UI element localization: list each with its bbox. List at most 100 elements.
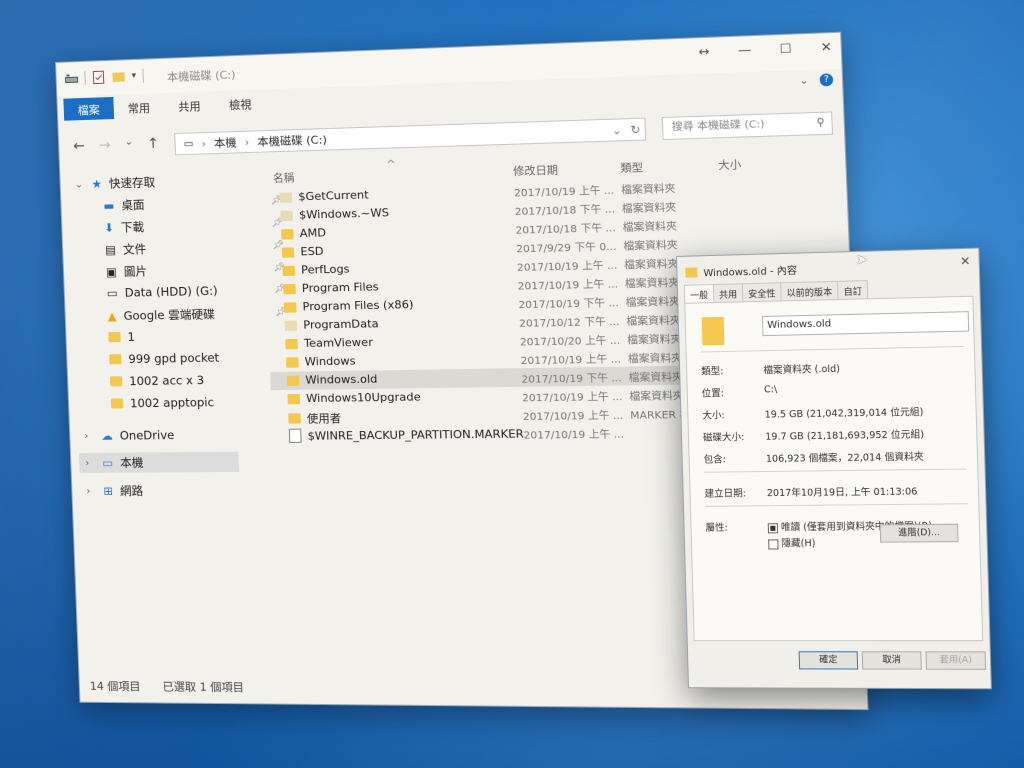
folder-name-field[interactable]: Windows.old <box>761 311 970 337</box>
folder-icon <box>283 301 297 313</box>
folder-icon <box>283 283 296 294</box>
folder-icon <box>701 316 725 346</box>
advanced-button[interactable]: 進階(D)... <box>879 523 959 543</box>
nav-item-1002-acc[interactable]: 1002 acc x 3 <box>109 373 204 388</box>
download-icon: ⬇ <box>104 220 115 235</box>
pc-icon: ▭ <box>183 138 194 150</box>
status-bar: 14 個項目 已選取 1 個項目 <box>89 678 245 695</box>
nav-buttons: ← → ⌄ ↑ <box>73 136 159 155</box>
folder-icon <box>288 413 301 424</box>
ribbon-extra: ⌄ ? <box>799 73 834 87</box>
new-folder-icon[interactable] <box>111 69 126 84</box>
customize-qa-icon[interactable]: ▾ <box>131 71 136 81</box>
expand-ribbon-icon[interactable]: ⌄ <box>799 75 809 87</box>
checkbox-icon <box>767 522 779 533</box>
nav-onedrive[interactable]: › ☁ OneDrive <box>84 428 174 443</box>
folder-icon <box>279 191 293 203</box>
dialog-title: Windows.old - 內容 <box>703 265 798 280</box>
apply-button[interactable]: 套用(A) <box>925 651 987 670</box>
nav-item-1[interactable]: 1 <box>108 330 135 345</box>
nav-item-google-drive[interactable]: ▲ Google 雲端硬碟 📌︎ <box>107 306 287 324</box>
forward-arrow-icon[interactable]: → <box>99 137 111 153</box>
tab-home[interactable]: 常用 <box>113 95 164 119</box>
help-icon[interactable]: ? <box>819 73 834 87</box>
folder-icon <box>285 356 299 368</box>
folder-icon <box>282 265 296 276</box>
address-dropdown-icon[interactable]: ⌄ <box>612 123 622 137</box>
nav-quick-access[interactable]: ⌄ ★ 快速存取 <box>74 174 155 192</box>
refresh-icon[interactable]: ↻ <box>630 122 641 136</box>
star-icon: ★ <box>91 176 103 192</box>
nav-network[interactable]: › ⊞ 網路 <box>86 483 143 499</box>
breadcrumb-this-pc[interactable]: 本機 <box>214 134 237 151</box>
folder-icon <box>108 332 121 343</box>
hidden-checkbox[interactable]: 隱藏(H) <box>768 535 816 549</box>
mouse-cursor-icon: ➤ <box>856 252 868 268</box>
cloud-icon: ☁ <box>100 428 114 443</box>
tab-file[interactable]: 檔案 <box>63 96 115 121</box>
address-bar[interactable]: ▭ › 本機 › 本機磁碟 (C:) ⌄ ↻ <box>174 117 647 156</box>
up-arrow-icon[interactable]: ↑ <box>147 136 159 152</box>
cancel-button[interactable]: 取消 <box>861 651 922 670</box>
size-row: 大小: 19.5 GB (21,042,319,014 位元組) <box>702 406 924 422</box>
nav-item-desktop[interactable]: ▬ 桌面 📌︎ <box>103 196 282 214</box>
column-name[interactable]: 名稱 <box>273 170 295 186</box>
tab-view[interactable]: 檢視 <box>214 91 266 115</box>
folder-icon <box>281 246 295 258</box>
column-date[interactable]: 修改日期 <box>513 162 558 179</box>
column-type[interactable]: 類型 <box>620 159 643 175</box>
folder-icon <box>110 398 124 409</box>
selection-count: 已選取 1 個項目 <box>162 680 245 695</box>
folder-icon <box>287 393 301 404</box>
dialog-close-button[interactable]: ✕ <box>960 254 971 269</box>
folder-icon <box>109 354 122 365</box>
drive-icon <box>64 71 79 86</box>
computer-icon: ▭ <box>102 455 114 470</box>
close-button[interactable]: ✕ <box>820 39 832 54</box>
nav-item-1002-apptopic[interactable]: 1002 apptopic <box>110 395 214 410</box>
picture-icon: ▣ <box>105 264 118 280</box>
desktop-icon: ▬ <box>103 198 115 213</box>
created-row: 建立日期: 2017年10月19日, 上午 01:13:06 <box>704 486 918 500</box>
window-controls: ↔ — ☐ ✕ <box>698 39 832 59</box>
nav-item-downloads[interactable]: ⬇ 下載 📌︎ <box>104 218 283 236</box>
navigation-pane: ⌄ ★ 快速存取 ▬ 桌面 📌︎ ⬇ 下載 📌︎ ▤ 文件 📌︎ ▣ 圖片 📌︎ ▭ Data (HD… <box>60 167 287 673</box>
folder-icon <box>286 375 300 386</box>
search-placeholder: 搜尋 本機磁碟 (C:) <box>671 118 765 134</box>
google-drive-icon: ▲ <box>107 308 117 324</box>
folder-icon <box>284 320 298 331</box>
network-icon: ⊞ <box>103 483 114 499</box>
column-size[interactable]: 大小 <box>718 157 742 173</box>
nav-this-pc[interactable]: › ▭ 本機 <box>78 451 240 474</box>
contains-row: 包含: 106,923 個檔案，22,014 個資料夾 <box>703 451 924 466</box>
dialog-title-bar: Windows.old - 內容 <box>685 262 797 280</box>
checkbox-icon <box>768 538 779 550</box>
tab-share[interactable]: 共用 <box>164 93 216 117</box>
sort-caret-icon: ^ <box>386 158 396 172</box>
nav-item-data-hdd[interactable]: ▭ Data (HDD) (G:) 📌︎ <box>107 284 287 300</box>
maximize-button[interactable]: ☐ <box>780 41 792 56</box>
back-arrow-icon[interactable]: ← <box>73 138 85 154</box>
breadcrumb-drive[interactable]: 本機磁碟 (C:) <box>257 131 327 150</box>
document-icon: ▤ <box>104 242 117 257</box>
folder-icon <box>109 376 123 387</box>
properties-icon[interactable] <box>91 70 106 85</box>
window-title: 本機磁碟 (C:) <box>166 68 236 84</box>
nav-item-pictures[interactable]: ▣ 圖片 📌︎ <box>105 263 286 280</box>
nav-label: 快速存取 <box>108 175 156 191</box>
minimize-button[interactable]: — <box>738 42 752 57</box>
file-icon <box>288 428 302 443</box>
general-tab-panel: Windows.old 類型: 檔案資料夾 (.old) 位置: C:\ 大小: 19… <box>684 295 984 642</box>
recent-chevron-icon[interactable]: ⌄ <box>124 137 133 153</box>
properties-dialog: Windows.old - 內容 ✕ 一般 共用 安全性 以前的版本 自訂 Wi… <box>676 247 992 690</box>
nav-item-documents[interactable]: ▤ 文件 📌︎ <box>104 240 284 258</box>
resize-icon[interactable]: ↔ <box>698 44 710 59</box>
ok-button[interactable]: 確定 <box>798 651 859 670</box>
nav-item-999-gpd-pocket[interactable]: 999 gpd pocket <box>109 350 219 366</box>
attributes-row: 屬性: 唯讀 (僅套用到資料夾中的檔案)(R) <box>705 518 970 534</box>
search-input[interactable]: 搜尋 本機磁碟 (C:) ⚲ <box>661 111 834 141</box>
search-icon: ⚲ <box>816 116 826 129</box>
folder-icon <box>685 266 698 278</box>
folder-icon <box>285 338 299 349</box>
disk-size-row: 磁碟大小: 19.7 GB (21,181,693,952 位元組) <box>702 429 925 444</box>
